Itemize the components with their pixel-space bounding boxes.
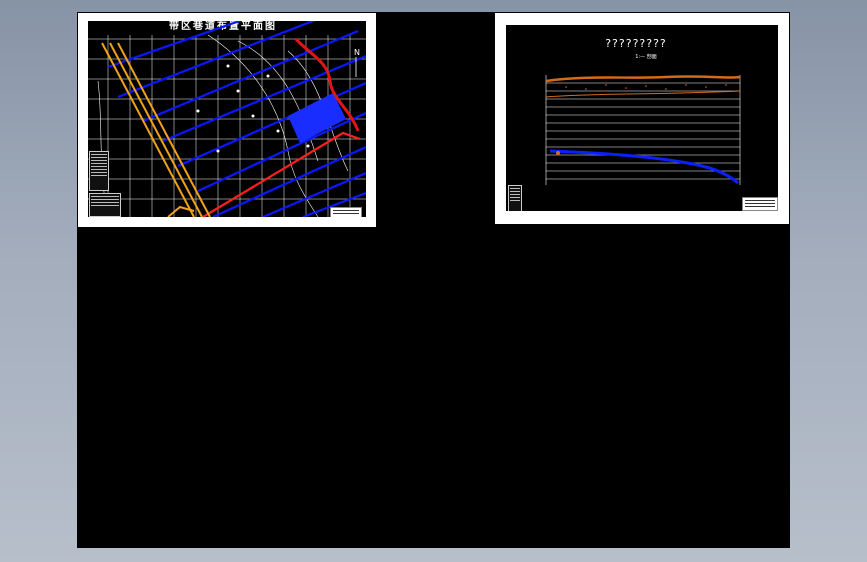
profile-title-block <box>742 197 778 211</box>
profile-second-layer <box>545 90 741 98</box>
north-arrow-label: N <box>354 48 360 57</box>
profile-sheet[interactable]: ????????? 1:— 剖面 <box>495 13 789 224</box>
profile-top-layer <box>545 75 741 83</box>
profile-section <box>545 75 741 185</box>
plan-title-block <box>330 207 362 217</box>
plan-legend-table <box>89 151 109 191</box>
plan-map: N <box>88 21 366 217</box>
plan-fault <box>101 42 211 217</box>
profile-coal-seam <box>549 149 739 185</box>
drawing-canvas[interactable]: 带区巷道布置平面图 <box>77 12 790 548</box>
profile-drawing-area[interactable]: ????????? 1:— 剖面 <box>506 25 778 211</box>
plan-sheet[interactable]: 带区巷道布置平面图 <box>78 13 376 227</box>
plan-markers <box>196 64 310 153</box>
profile-layer-dots <box>565 84 727 90</box>
plan-legend-table-2 <box>89 193 121 217</box>
plan-drawing-area[interactable]: 带区巷道布置平面图 <box>88 21 366 217</box>
profile-legend-table <box>508 185 522 211</box>
